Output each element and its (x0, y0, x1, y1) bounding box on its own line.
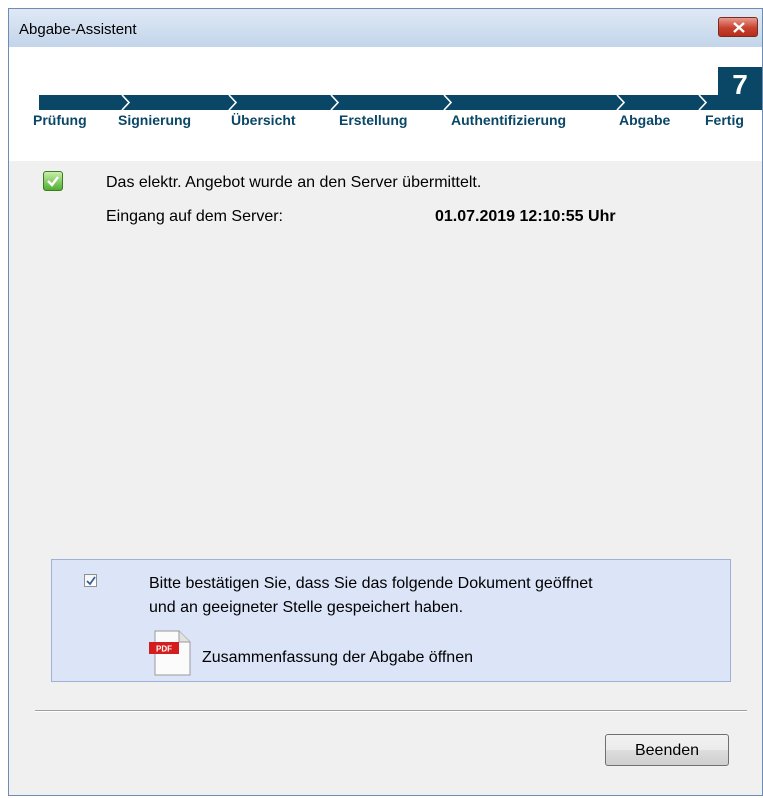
confirmation-line-1: Bitte bestätigen Sie, dass Sie das folge… (149, 575, 593, 592)
received-timestamp: 01.07.2019 12:10:55 Uhr (435, 208, 616, 225)
step-fertig: Fertig (705, 112, 744, 128)
wizard-window: Abgabe-Assistent 7 Prüfung Signierung Üb… (8, 8, 763, 796)
step-authentifizierung: Authentifizierung (451, 112, 567, 128)
step-abgabe: Abgabe (619, 112, 671, 128)
success-check-icon (43, 171, 63, 191)
step-signierung: Signierung (118, 112, 192, 128)
step-navigation: Prüfung Signierung Übersicht Erstellung … (9, 109, 762, 139)
checkmark-icon (86, 576, 96, 586)
step-pruefung: Prüfung (33, 112, 87, 128)
open-summary-link[interactable]: Zusammenfassung der Abgabe öffnen (202, 649, 473, 667)
footer-divider (35, 710, 747, 712)
close-icon (733, 22, 745, 33)
pdf-icon-label: PDF (156, 645, 172, 654)
confirmation-text: Bitte bestätigen Sie, dass Sie das folge… (149, 572, 593, 620)
received-label: Eingang auf dem Server: (106, 208, 283, 225)
window-title: Abgabe-Assistent (19, 21, 137, 38)
step-erstellung: Erstellung (339, 112, 408, 128)
finish-button[interactable]: Beenden (605, 734, 729, 766)
step-uebersicht: Übersicht (231, 112, 296, 128)
confirmation-line-2: und an geeigneter Stelle gespeichert hab… (149, 599, 464, 616)
title-bar: Abgabe-Assistent (9, 9, 762, 47)
step-chevrons (121, 95, 708, 110)
confirm-checkbox[interactable] (84, 574, 97, 587)
close-button[interactable] (718, 17, 758, 37)
status-message: Das elektr. Angebot wurde an den Server … (106, 174, 482, 191)
pdf-document-icon[interactable]: PDF (149, 630, 191, 676)
step-progress-bar (39, 95, 762, 110)
confirmation-panel: Bitte bestätigen Sie, dass Sie das folge… (51, 559, 731, 682)
